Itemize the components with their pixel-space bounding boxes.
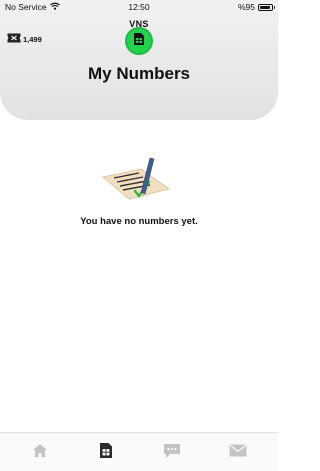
battery-level-fill xyxy=(260,5,271,9)
my-numbers-screen: No Service 12:50 %95 1,499 VNS My Number… xyxy=(0,0,278,471)
credits-counter[interactable]: 1,499 xyxy=(7,30,42,48)
tab-numbers[interactable] xyxy=(94,443,118,463)
status-bar: No Service 12:50 %95 xyxy=(0,0,278,14)
ticket-icon xyxy=(7,30,21,48)
page-title: My Numbers xyxy=(87,64,191,83)
battery-icon xyxy=(258,3,275,11)
mail-icon xyxy=(229,444,247,462)
tab-home[interactable] xyxy=(28,443,52,463)
home-icon xyxy=(32,443,48,463)
tab-bar xyxy=(0,432,278,471)
battery-percent: %95 xyxy=(237,2,255,12)
empty-state-illustration xyxy=(101,155,171,203)
sim-card-icon xyxy=(99,442,113,464)
header: No Service 12:50 %95 1,499 VNS My Number… xyxy=(0,0,278,120)
sim-card-icon xyxy=(133,32,145,51)
brand-badge xyxy=(125,27,153,55)
brand-logo: VNS xyxy=(119,15,159,55)
credits-amount: 1,499 xyxy=(23,34,42,44)
tab-messages[interactable] xyxy=(160,443,184,463)
chat-bubble-icon xyxy=(163,443,181,464)
status-right: %95 xyxy=(237,2,275,12)
tab-mail[interactable] xyxy=(226,443,250,463)
status-time: 12:50 xyxy=(128,2,150,12)
empty-state-message: You have no numbers yet. xyxy=(80,216,198,227)
